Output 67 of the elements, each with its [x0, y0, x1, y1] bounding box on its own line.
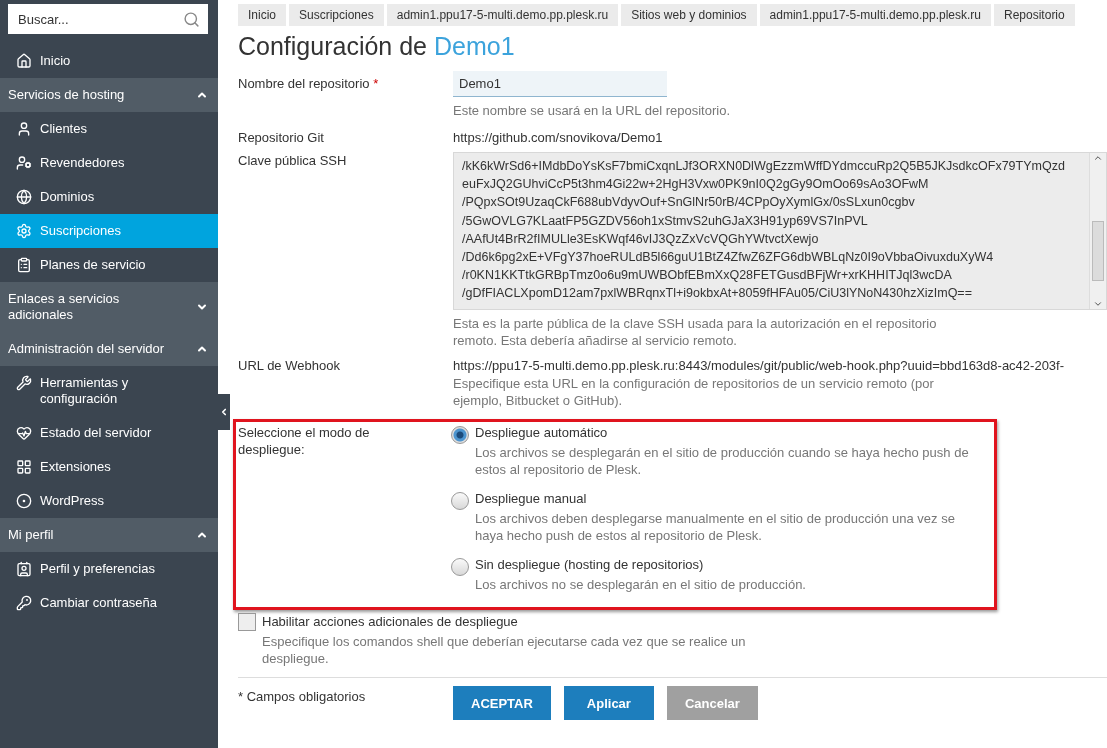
field-hint: Esta es la parte pública de la clave SSH usada para la autorización en el repositorio remoto. Esta debería añadirse al servicio remoto. — [453, 315, 938, 349]
sidebar-item[interactable]: Dominios — [0, 180, 218, 214]
sidebar-item[interactable]: Inicio — [0, 44, 218, 78]
option-hint: Los archivos se desplegarán en el sitio de producción cuando se haya hecho push de estos al repositorio de Plesk. — [475, 444, 970, 478]
person-icon — [16, 121, 32, 137]
sidebar-section-header[interactable]: Servicios de hosting — [0, 78, 218, 112]
input-field[interactable]: Demo1 — [453, 71, 667, 97]
person-icon — [16, 155, 32, 171]
sidebar-item[interactable]: Perfil y preferencias — [0, 552, 218, 586]
breadcrumb-link[interactable]: Sitios web y dominios — [621, 4, 757, 26]
field-label: Repositorio Git — [238, 129, 325, 147]
sidebar-section-header[interactable]: Mi perfil — [0, 518, 218, 552]
gear-icon — [16, 223, 32, 239]
sidebar-item[interactable]: Planes de servicio — [0, 248, 218, 282]
radio-button[interactable] — [451, 558, 469, 576]
field-label: Nombre del repositorio * — [238, 75, 380, 93]
sidebar-section-header[interactable]: Administración del servidor — [0, 332, 218, 366]
breadcrumb-link[interactable]: Inicio — [238, 4, 286, 26]
heart-pulse-icon — [16, 425, 32, 441]
search-field[interactable]: Buscar... — [8, 4, 208, 34]
sidebar-item[interactable]: Revendedores — [0, 146, 218, 180]
radio-button[interactable] — [451, 492, 469, 510]
sidebar-item[interactable]: Herramientas y configuración — [0, 366, 218, 416]
profile-card-icon — [16, 561, 32, 577]
scroll-up-icon[interactable] — [1093, 153, 1103, 163]
scrollbar[interactable] — [1089, 153, 1106, 309]
checkbox-label: Habilitar acciones adicionales de despliegue — [262, 613, 519, 631]
breadcrumb-link[interactable]: Suscripciones — [289, 4, 384, 26]
field-label: Seleccione el modo de despliegue: — [238, 424, 371, 458]
form-button[interactable]: ACEPTAR — [453, 686, 551, 720]
option-hint: Los archivos deben desplegarse manualmente en el sitio de producción una vez se haya hecho push de estos al repositorio de Plesk. — [475, 510, 956, 544]
sidebar-item[interactable]: Extensiones — [0, 450, 218, 484]
tools-icon — [16, 375, 32, 391]
field-value: https://github.com/snovikova/Demo1 — [453, 129, 664, 147]
sidebar-item[interactable]: WordPress — [0, 484, 218, 518]
checkbox-hint: Especifique los comandos shell que deberían ejecutarse cada vez que se realice un despliegue. — [262, 633, 747, 667]
home-icon — [16, 53, 32, 69]
sidebar-item[interactable]: Clientes — [0, 112, 218, 146]
blocks-icon — [16, 459, 32, 475]
option-label: Sin despliegue (hosting de repositorios) — [475, 556, 705, 574]
clipboard-icon — [16, 257, 32, 273]
key-icon — [16, 595, 32, 611]
breadcrumb-link[interactable]: admin1.ppu17-5-multi.demo.pp.plesk.ru — [386, 4, 619, 26]
field-value: https://ppu17-5-multi.demo.pp.plesk.ru:8443/modules/git/public/web-hook.php?uuid=bbd163d8-ac42-203f- — [453, 357, 1066, 375]
checkbox[interactable] — [238, 613, 256, 631]
required-note: * Campos obligatorios — [238, 688, 367, 704]
scroll-down-icon[interactable] — [1093, 299, 1103, 309]
breadcrumb-link[interactable]: admin1.ppu17-5-multi.demo.pp.plesk.ru — [759, 4, 991, 26]
search-icon — [183, 10, 200, 28]
sidebar-section-header[interactable]: Enlaces a servicios adicionales — [0, 282, 218, 332]
field-hint: Este nombre se usará en la URL del repositorio. — [453, 102, 731, 119]
field-label: Clave pública SSH — [238, 152, 348, 170]
field-label: URL de Webhook — [238, 357, 341, 375]
collapse-handle[interactable] — [218, 394, 230, 430]
globe-icon — [16, 189, 32, 205]
option-label: Despliegue manual — [475, 490, 588, 508]
form-button[interactable]: Aplicar — [563, 686, 654, 720]
option-label: Despliegue automático — [475, 424, 609, 442]
sidebar-item[interactable]: Estado del servidor — [0, 416, 218, 450]
page-title: Configuración de Demo1 — [238, 32, 516, 61]
radio-button[interactable] — [451, 426, 469, 444]
sidebar-item[interactable]: Cambiar contraseña — [0, 586, 218, 620]
circle-logo-icon — [16, 493, 32, 509]
key-text-area[interactable]: /kK6kWrSd6+IMdbDoYsKsF7bmiCxqnLJf3ORXN0DlWgEzzmWffDYdmccuRp2Q5B5JKJsdkcOFx79TYmQzd euFxJQ2GUhviCcP5t3hm4Gi22w+2HgH3Vxw0PK9nI0Q2gGy9OmOo69sAo3OFwM /PQpxSOt9UzaqCkF688ubVdyvOuf+SnGlNr50rB/4CPpOyXymlGx/0sSLxun0cgbv /5GwOVLG7KLaatFP5GZDV56oh1xStmvS2uhGJaX3H91yp69VS7InPVL /AAfUt4BrR2fIMULle3EsKWqf46vIJ3QzZxVcVQGhYWtvctXewjo /Dd6k6pg2xE+VFgY37hoeRULdB5l66guU1BtZ4ZfwZ6ZFG6dbWBLqNz0I9oVbbaOivuxduXyW4 /r0KN1KKTtkGRBpTmz0o6u9mUWBObfEBmXxQ28FETGusdBFjWr+xrKHHITJql3wcDA /gDfFIACLXpomD12am7pxlWBRqnxTl+i9okbxAt+8059fHFAu05/CiU3lYNoN430hzXizImQ== — [453, 152, 1107, 310]
breadcrumb-link[interactable]: Repositorio — [994, 4, 1075, 26]
option-hint: Los archivos no se desplegarán en el sitio de producción. — [475, 576, 806, 593]
field-hint: Especifique esta URL en la configuración de repositorios de un servicio remoto (por ejemplo, Bitbucket o GitHub). — [453, 375, 935, 409]
